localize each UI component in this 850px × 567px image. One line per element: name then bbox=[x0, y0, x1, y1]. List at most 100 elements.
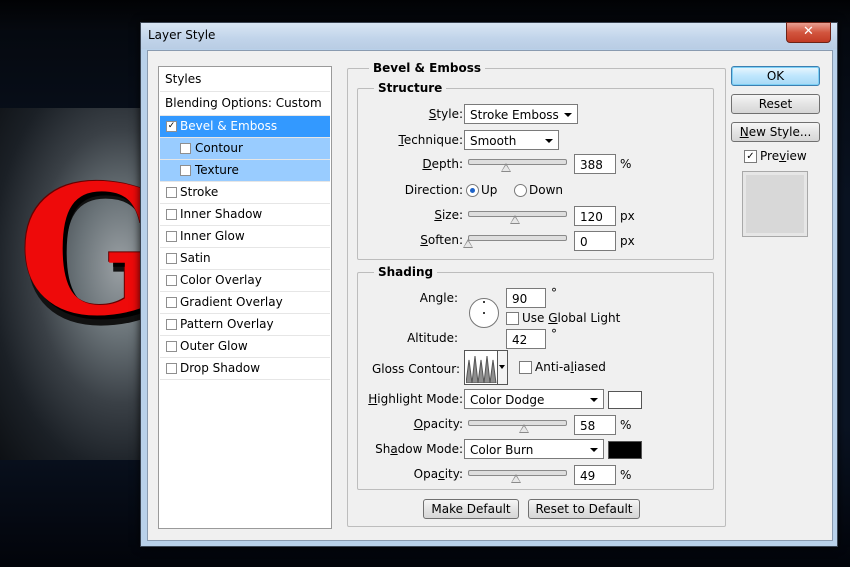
gloss-contour-dropdown[interactable] bbox=[497, 351, 507, 384]
style-dropdown[interactable]: Stroke Emboss bbox=[464, 104, 578, 124]
depth-label: Depth: bbox=[422, 157, 463, 171]
preview-label[interactable]: Preview bbox=[760, 149, 807, 163]
use-global-light-checkbox[interactable] bbox=[506, 312, 519, 325]
reset-to-default-button[interactable]: Reset to Default bbox=[528, 499, 640, 519]
gloss-contour-label: Gloss Contour: bbox=[371, 362, 460, 376]
highlight-opacity-slider[interactable] bbox=[468, 420, 567, 426]
shadow-mode-value: Color Burn bbox=[470, 443, 534, 457]
technique-label: Technique: bbox=[398, 133, 463, 147]
style-item-label: Texture bbox=[195, 163, 239, 177]
altitude-input[interactable]: 42 bbox=[506, 329, 546, 349]
style-item-label: Stroke bbox=[180, 185, 219, 199]
style-value: Stroke Emboss bbox=[470, 108, 559, 122]
style-item-label: Drop Shadow bbox=[180, 361, 261, 375]
title-bar[interactable]: Layer Style bbox=[141, 23, 837, 49]
texture-checkbox[interactable] bbox=[180, 165, 191, 176]
style-item-stroke[interactable]: Stroke bbox=[160, 182, 330, 204]
chevron-down-icon bbox=[545, 139, 553, 143]
angle-label: Angle: bbox=[419, 291, 458, 305]
style-preview-swatch bbox=[742, 171, 808, 237]
style-item-label: Inner Glow bbox=[180, 229, 245, 243]
style-item-label: Contour bbox=[195, 141, 243, 155]
style-item-contour[interactable]: Contour bbox=[160, 138, 330, 160]
size-label: Size: bbox=[434, 208, 463, 222]
size-slider-thumb[interactable] bbox=[509, 215, 520, 224]
inner-shadow-checkbox[interactable] bbox=[166, 209, 177, 220]
style-item-color-overlay[interactable]: Color Overlay bbox=[160, 270, 330, 292]
depth-slider[interactable] bbox=[468, 159, 567, 165]
soften-slider[interactable] bbox=[468, 235, 567, 241]
style-label: Style: bbox=[428, 107, 463, 121]
style-item-texture[interactable]: Texture bbox=[160, 160, 330, 182]
chevron-down-icon bbox=[564, 113, 572, 117]
angle-dial[interactable] bbox=[469, 298, 499, 328]
direction-up-radio[interactable] bbox=[466, 184, 479, 197]
close-icon: ✕ bbox=[803, 24, 814, 39]
direction-down-label[interactable]: Down bbox=[529, 183, 563, 197]
depth-slider-thumb[interactable] bbox=[500, 163, 511, 172]
dialog-client-area: Styles Blending Options: Custom ✓ Bevel … bbox=[147, 50, 833, 541]
styles-list: Styles Blending Options: Custom ✓ Bevel … bbox=[158, 66, 332, 529]
style-item-satin[interactable]: Satin bbox=[160, 248, 330, 270]
blending-options-item[interactable]: Blending Options: Custom bbox=[160, 92, 330, 116]
preview-checkbox[interactable]: ✓ bbox=[744, 150, 757, 163]
shadow-opacity-label: Opacity: bbox=[413, 467, 463, 481]
highlight-color-swatch[interactable] bbox=[608, 391, 642, 409]
gradient-overlay-checkbox[interactable] bbox=[166, 297, 177, 308]
soften-input[interactable]: 0 bbox=[574, 231, 616, 251]
highlight-opacity-label: Opacity: bbox=[413, 417, 463, 431]
shadow-opacity-input[interactable]: 49 bbox=[574, 465, 616, 485]
gloss-contour-picker[interactable] bbox=[464, 350, 508, 385]
window-title: Layer Style bbox=[148, 28, 216, 42]
anti-aliased-checkbox[interactable] bbox=[519, 361, 532, 374]
style-item-outer-glow[interactable]: Outer Glow bbox=[160, 336, 330, 358]
contour-checkbox[interactable] bbox=[180, 143, 191, 154]
make-default-button[interactable]: Make Default bbox=[423, 499, 519, 519]
style-item-gradient-overlay[interactable]: Gradient Overlay bbox=[160, 292, 330, 314]
angle-input[interactable]: 90 bbox=[506, 288, 546, 308]
highlight-opacity-slider-thumb[interactable] bbox=[519, 424, 530, 433]
color-overlay-checkbox[interactable] bbox=[166, 275, 177, 286]
shadow-mode-dropdown[interactable]: Color Burn bbox=[464, 439, 604, 459]
drop-shadow-checkbox[interactable] bbox=[166, 363, 177, 374]
shadow-opacity-slider-thumb[interactable] bbox=[510, 474, 521, 483]
inner-glow-checkbox[interactable] bbox=[166, 231, 177, 242]
check-icon: ✓ bbox=[167, 121, 176, 131]
reset-button[interactable]: Reset bbox=[731, 94, 820, 114]
direction-down-radio[interactable] bbox=[514, 184, 527, 197]
shadow-mode-label: Shadow Mode: bbox=[375, 442, 463, 456]
use-global-light-label[interactable]: Use Global Light bbox=[522, 311, 620, 325]
style-item-bevel-emboss[interactable]: ✓ Bevel & Emboss bbox=[160, 116, 330, 138]
stroke-checkbox[interactable] bbox=[166, 187, 177, 198]
style-item-drop-shadow[interactable]: Drop Shadow bbox=[160, 358, 330, 380]
technique-value: Smooth bbox=[470, 134, 517, 148]
highlight-opacity-input[interactable]: 58 bbox=[574, 415, 616, 435]
direction-up-label[interactable]: Up bbox=[481, 183, 497, 197]
style-item-label: Bevel & Emboss bbox=[180, 119, 278, 133]
close-button[interactable]: ✕ bbox=[786, 22, 831, 43]
depth-input[interactable]: 388 bbox=[574, 154, 616, 174]
new-style-button[interactable]: New Style... bbox=[731, 122, 820, 142]
soften-slider-thumb[interactable] bbox=[463, 239, 473, 248]
style-item-label: Outer Glow bbox=[180, 339, 248, 353]
style-item-inner-glow[interactable]: Inner Glow bbox=[160, 226, 330, 248]
styles-header[interactable]: Styles bbox=[160, 68, 330, 92]
depth-unit: % bbox=[620, 157, 632, 171]
technique-dropdown[interactable]: Smooth bbox=[464, 130, 559, 150]
style-item-inner-shadow[interactable]: Inner Shadow bbox=[160, 204, 330, 226]
style-item-label: Pattern Overlay bbox=[180, 317, 274, 331]
ok-button[interactable]: OK bbox=[731, 66, 820, 86]
chevron-down-icon bbox=[499, 365, 505, 369]
bevel-emboss-checkbox[interactable]: ✓ bbox=[166, 121, 177, 132]
shadow-color-swatch[interactable] bbox=[608, 441, 642, 459]
style-item-label: Gradient Overlay bbox=[180, 295, 283, 309]
style-item-label: Satin bbox=[180, 251, 211, 265]
outer-glow-checkbox[interactable] bbox=[166, 341, 177, 352]
anti-aliased-label[interactable]: Anti-aliased bbox=[535, 360, 606, 374]
satin-checkbox[interactable] bbox=[166, 253, 177, 264]
pattern-overlay-checkbox[interactable] bbox=[166, 319, 177, 330]
layer-style-dialog: Layer Style ✕ Styles Blending Options: C… bbox=[140, 22, 838, 547]
style-item-pattern-overlay[interactable]: Pattern Overlay bbox=[160, 314, 330, 336]
size-input[interactable]: 120 bbox=[574, 206, 616, 226]
highlight-mode-dropdown[interactable]: Color Dodge bbox=[464, 389, 604, 409]
